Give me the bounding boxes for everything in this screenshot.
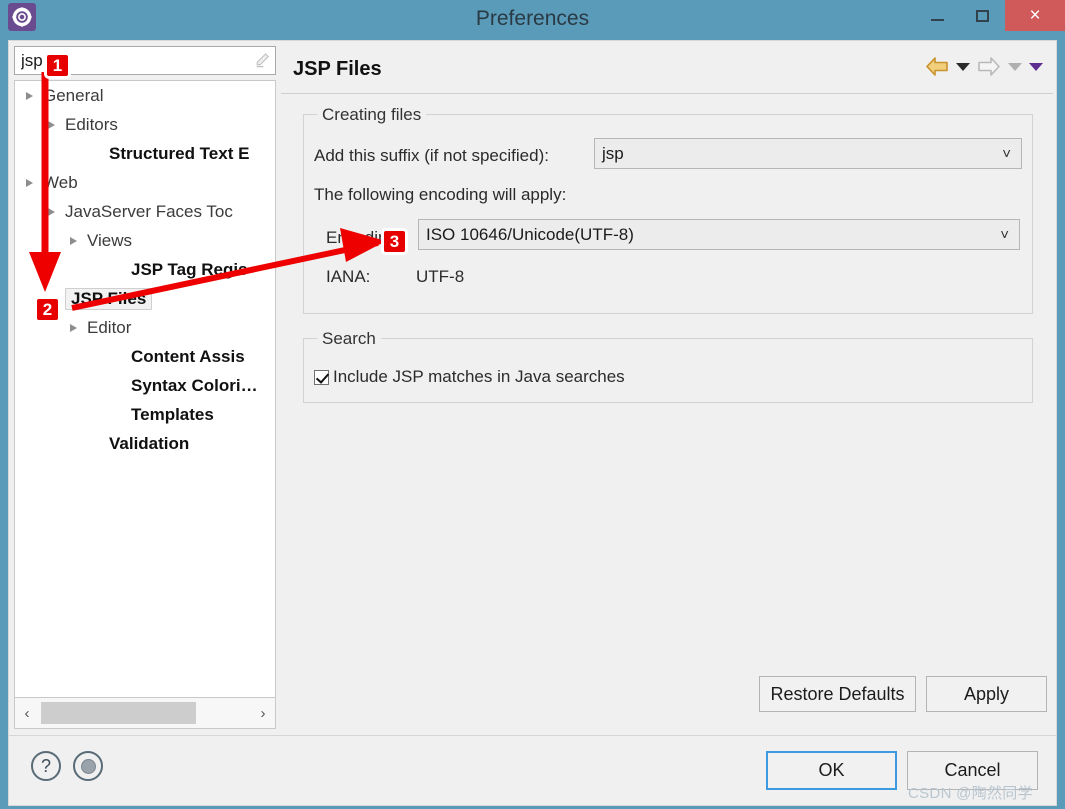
tree-item-label: Syntax Colori…	[131, 375, 258, 395]
restore-defaults-button[interactable]: Restore Defaults	[759, 676, 916, 712]
forward-menu-chevron-down-icon[interactable]	[1008, 62, 1022, 71]
page-header: JSP Files	[281, 46, 1053, 94]
expander-spacer-icon	[91, 437, 104, 450]
include-jsp-matches-checkbox[interactable]	[314, 369, 329, 385]
tree-item-label: Templates	[131, 404, 214, 424]
suffix-label: Add this suffix (if not specified):	[314, 146, 549, 165]
scrollbar-track[interactable]	[39, 702, 251, 724]
tree-item-label: Content Assis	[131, 346, 245, 366]
ok-button[interactable]: OK	[766, 751, 897, 790]
scrollbar-thumb[interactable]	[41, 702, 196, 724]
iana-label: IANA:	[326, 267, 371, 286]
minimize-button[interactable]	[914, 0, 960, 31]
tree-item-label: Editors	[65, 114, 118, 134]
scroll-right-icon[interactable]: ›	[251, 698, 275, 728]
scroll-left-icon[interactable]: ‹	[15, 698, 39, 728]
tree-item-label: General	[43, 85, 104, 105]
expander-spacer-icon	[113, 379, 126, 392]
tree-item-label: JSP Files	[65, 287, 153, 310]
tree-item-label: Validation	[109, 433, 190, 453]
page-heading: JSP Files	[293, 58, 382, 80]
tree-item-label: Editor	[87, 317, 132, 337]
preference-page: JSP Files Creating files Add this suffix…	[281, 46, 1053, 730]
expander-open-icon[interactable]	[47, 205, 60, 218]
expander-spacer-icon	[113, 263, 126, 276]
expander-open-icon[interactable]	[25, 176, 38, 189]
tree-item-label: Views	[87, 230, 133, 250]
tree-item-label: JavaServer Faces Toc	[65, 201, 233, 221]
search-input[interactable]	[15, 47, 249, 74]
search-group: Search Include JSP matches in Java searc…	[303, 329, 1033, 403]
encoding-note: The following encoding will apply:	[314, 185, 567, 204]
encoding-combobox[interactable]: ISO 10646/Unicode(UTF-8) ˅	[418, 219, 1020, 250]
close-button[interactable]: ×	[1005, 0, 1065, 31]
clear-icon[interactable]	[249, 47, 275, 74]
tree-horizontal-scrollbar[interactable]: ‹ ›	[14, 697, 276, 729]
expander-open-icon[interactable]	[69, 234, 82, 247]
page-title: Preferences	[475, 7, 590, 30]
tree-item-structured-text-e[interactable]: Structured Text E	[15, 139, 275, 168]
suffix-combobox[interactable]: jsp ˅	[594, 138, 1022, 169]
tree-item-editor[interactable]: Editor	[15, 313, 275, 342]
include-jsp-matches-checkbox-row[interactable]: Include JSP matches in Java searches	[314, 367, 625, 387]
back-menu-chevron-down-icon[interactable]	[956, 62, 970, 71]
tree-item-label: Web	[43, 172, 78, 192]
restore-state-icon[interactable]	[73, 751, 103, 781]
view-menu-chevron-down-icon[interactable]	[1029, 62, 1043, 71]
group-title: Search	[317, 329, 381, 349]
back-arrow-icon[interactable]	[925, 56, 949, 77]
tree-item-general[interactable]: General	[15, 81, 275, 110]
creating-files-group: Creating files Add this suffix (if not s…	[303, 105, 1033, 314]
chevron-down-icon[interactable]: ˅	[1000, 226, 1009, 243]
title-bar: Preferences ×	[0, 0, 1065, 37]
page-navigation-toolbar	[925, 56, 1043, 77]
expander-spacer-icon	[47, 292, 60, 305]
tree-item-editors[interactable]: Editors	[15, 110, 275, 139]
expander-open-icon[interactable]	[47, 118, 60, 131]
chevron-down-icon[interactable]: ˅	[1002, 145, 1011, 162]
preferences-tree-panel: General Editors Structured Text E Web JavaSe…	[14, 46, 276, 730]
tree-item-javaserver-faces-toc[interactable]: JavaServer Faces Toc	[15, 197, 275, 226]
suffix-value: jsp	[602, 143, 624, 163]
preferences-window: Preferences × General Editors Structured T…	[0, 0, 1065, 809]
tree-item-validation[interactable]: Validation	[15, 429, 275, 458]
tree-item-content-assis[interactable]: Content Assis	[15, 342, 275, 371]
tree-item-syntax-colori[interactable]: Syntax Colori…	[15, 371, 275, 400]
expander-spacer-icon	[91, 147, 104, 160]
expander-spacer-icon	[113, 350, 126, 363]
apply-button[interactable]: Apply	[926, 676, 1047, 712]
help-icon[interactable]: ?	[31, 751, 61, 781]
iana-value: UTF-8	[416, 267, 465, 286]
tree-item-templates[interactable]: Templates	[15, 400, 275, 429]
tree-item-label: Structured Text E	[109, 143, 250, 163]
watermark: CSDN @陶然同学	[908, 785, 1033, 802]
group-title: Creating files	[317, 105, 427, 125]
tree-item-views[interactable]: Views	[15, 226, 275, 255]
encoding-label: Encoding:	[326, 228, 402, 247]
encoding-value: ISO 10646/Unicode(UTF-8)	[426, 224, 634, 244]
tree-item-web[interactable]: Web	[15, 168, 275, 197]
maximize-button[interactable]	[959, 0, 1005, 31]
expander-open-icon[interactable]	[69, 321, 82, 334]
dialog-footer: ? OK Cancel	[9, 735, 1056, 805]
preferences-tree[interactable]: General Editors Structured Text E Web JavaSe…	[14, 80, 276, 697]
tree-item-jsp-files[interactable]: JSP Files	[15, 284, 275, 313]
expander-open-icon[interactable]	[25, 89, 38, 102]
filter-field-wrapper[interactable]	[14, 46, 276, 75]
include-jsp-matches-label: Include JSP matches in Java searches	[333, 367, 625, 386]
tree-item-jsp-tag-regis[interactable]: JSP Tag Regis	[15, 255, 275, 284]
forward-arrow-icon[interactable]	[977, 56, 1001, 77]
preferences-dialog: General Editors Structured Text E Web JavaSe…	[8, 40, 1057, 806]
expander-spacer-icon	[113, 408, 126, 421]
tree-item-label: JSP Tag Regis	[131, 259, 248, 279]
